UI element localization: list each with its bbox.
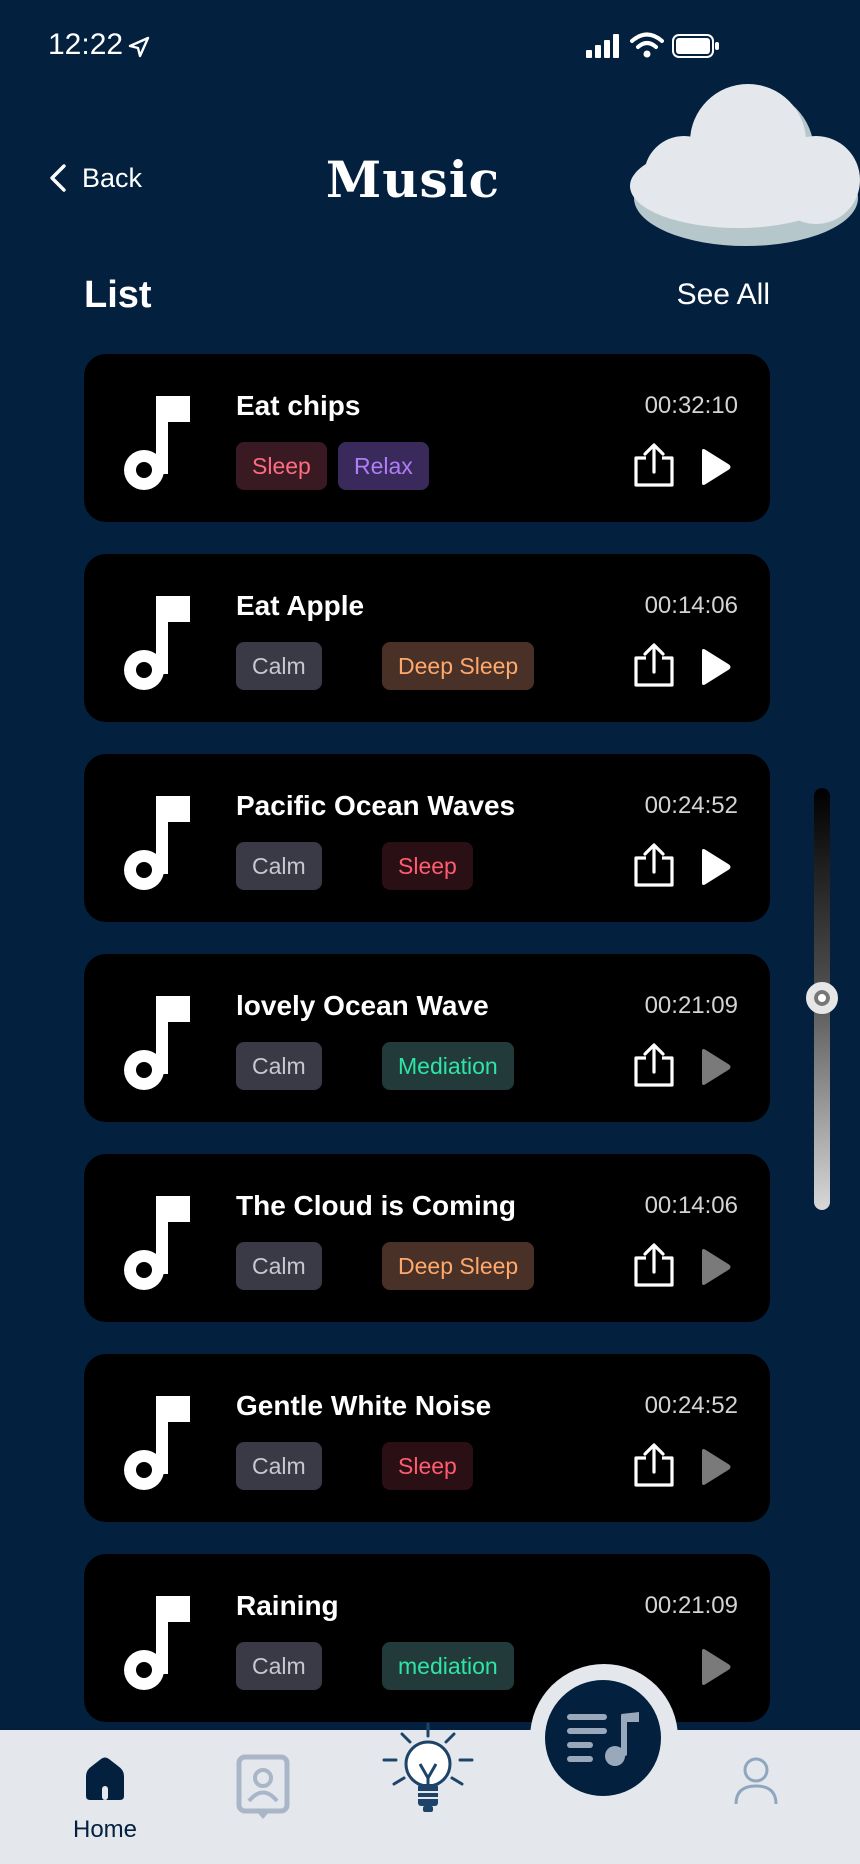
music-note-icon [124, 596, 190, 690]
lightbulb-icon[interactable] [380, 1722, 476, 1822]
tag-badge: Calm [236, 1642, 322, 1690]
music-note-icon [124, 1596, 190, 1690]
track-card[interactable]: The Cloud is Coming 00:14:06 Calm Deep Sl… [84, 1154, 770, 1322]
tag-badge: Sleep [382, 1442, 473, 1490]
see-all-link[interactable]: See All [677, 278, 770, 312]
music-note-icon [124, 796, 190, 890]
playlist-fab-button[interactable] [545, 1680, 661, 1796]
track-title: The Cloud is Coming [236, 1190, 516, 1221]
share-icon[interactable] [632, 1042, 676, 1088]
tab-home-label: Home [72, 1816, 138, 1843]
music-note-icon [124, 396, 190, 490]
track-duration: 00:24:52 [644, 1392, 738, 1419]
track-card[interactable]: Eat chips 00:32:10 Sleep Relax [84, 354, 770, 522]
page-title: Music [325, 150, 501, 209]
track-title: Eat chips [236, 390, 361, 421]
music-note-icon [124, 1196, 190, 1290]
tag-badge: Mediation [382, 1042, 514, 1090]
tag-badge: mediation [382, 1642, 514, 1690]
list-heading: List [84, 274, 152, 316]
share-icon[interactable] [632, 1242, 676, 1288]
track-duration: 00:24:52 [644, 792, 738, 819]
cellular-signal-icon [586, 34, 619, 58]
tag-badge: Sleep [236, 442, 327, 490]
music-note-icon [124, 996, 190, 1090]
play-icon[interactable] [698, 448, 732, 486]
track-duration: 00:32:10 [644, 392, 738, 419]
battery-icon [672, 34, 719, 58]
playlist-icon [567, 1712, 639, 1766]
location-arrow-icon [128, 36, 150, 58]
status-time: 12:22 [48, 28, 124, 61]
status-bar: 12:22 [0, 0, 860, 90]
play-icon[interactable] [698, 1048, 732, 1086]
track-card[interactable]: Raining 00:21:09 Calm mediation [84, 1554, 770, 1722]
play-icon[interactable] [698, 648, 732, 686]
tag-badge: Calm [236, 1042, 322, 1090]
tag-badge: Deep Sleep [382, 642, 535, 690]
track-card[interactable]: Pacific Ocean Waves 00:24:52 Calm Sleep [84, 754, 770, 922]
tag-badge: Deep Sleep [382, 1242, 535, 1290]
share-icon[interactable] [632, 842, 676, 888]
tag-badge: Calm [236, 1442, 322, 1490]
user-profile-icon[interactable] [732, 1756, 780, 1806]
track-duration: 00:14:06 [644, 592, 738, 619]
tag-badge: Sleep [382, 842, 473, 890]
track-card[interactable]: lovely Ocean Wave 00:21:09 Calm Mediation [84, 954, 770, 1122]
wifi-icon [630, 32, 664, 58]
home-icon [86, 1757, 124, 1800]
track-title: Gentle White Noise [236, 1390, 492, 1421]
tab-home[interactable]: Home [60, 1756, 150, 1846]
music-note-icon [124, 1396, 190, 1490]
track-title: Pacific Ocean Waves [236, 790, 516, 821]
play-icon[interactable] [698, 1248, 732, 1286]
track-title: lovely Ocean Wave [236, 990, 489, 1021]
share-icon[interactable] [632, 1442, 676, 1488]
track-title: Raining [236, 1590, 339, 1621]
play-icon[interactable] [698, 1648, 732, 1686]
profile-card-icon[interactable] [236, 1754, 290, 1822]
tag-badge: Calm [236, 642, 322, 690]
share-icon[interactable] [632, 642, 676, 688]
track-duration: 00:14:06 [644, 1192, 738, 1219]
play-icon[interactable] [698, 1448, 732, 1486]
track-title: Eat Apple [236, 590, 365, 621]
tag-badge: Calm [236, 842, 322, 890]
share-icon[interactable] [632, 442, 676, 488]
play-icon[interactable] [698, 848, 732, 886]
track-card[interactable]: Gentle White Noise 00:24:52 Calm Sleep [84, 1354, 770, 1522]
track-card[interactable]: Eat Apple 00:14:06 Calm Deep Sleep [84, 554, 770, 722]
scrollbar-thumb[interactable] [806, 982, 838, 1014]
track-duration: 00:21:09 [644, 1592, 738, 1619]
tag-badge: Calm [236, 1242, 322, 1290]
tag-badge: Relax [338, 442, 429, 490]
track-duration: 00:21:09 [644, 992, 738, 1019]
